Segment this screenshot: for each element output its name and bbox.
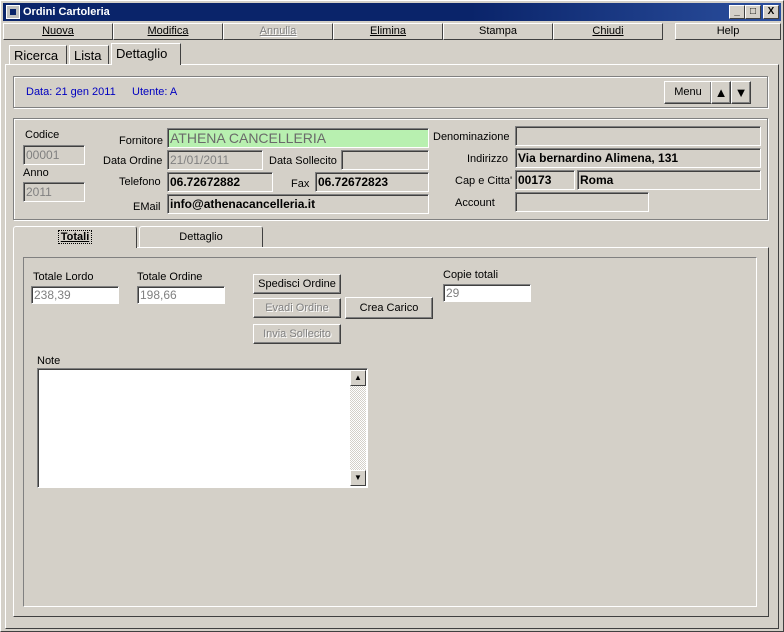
main-window: Ordini Cartoleria _ □ X Nuova Modifica A…: [0, 0, 784, 632]
indirizzo-label: Indirizzo: [467, 153, 508, 165]
tab-totali-label: Totali: [57, 230, 93, 244]
help-button[interactable]: Help: [675, 23, 781, 40]
tab-totali[interactable]: Totali: [13, 226, 137, 248]
tab-dettaglio[interactable]: Dettaglio: [111, 43, 181, 65]
annulla-button[interactable]: Annulla: [223, 23, 333, 40]
email-field[interactable]: info@athenacancelleria.it: [167, 194, 429, 214]
toolbar: Nuova Modifica Annulla Elimina Stampa Ch…: [3, 23, 781, 41]
chiudi-label: Chiudi: [592, 25, 624, 37]
info-bar: Data: 21 gen 2011 Utente: A Menu ▲ ▼: [13, 76, 768, 108]
totale-ordine-field[interactable]: 198,66: [137, 286, 225, 304]
menu-button[interactable]: Menu: [664, 81, 712, 104]
tab-lista[interactable]: Lista: [69, 45, 109, 65]
copie-totali-field[interactable]: 29: [443, 284, 531, 302]
denominazione-field[interactable]: [515, 126, 761, 146]
window-title: Ordini Cartoleria: [23, 6, 110, 18]
annulla-label: Annulla: [259, 25, 297, 37]
elimina-button[interactable]: Elimina: [333, 23, 443, 40]
scroll-down-icon[interactable]: ▼: [350, 470, 366, 486]
nuova-label: Nuova: [42, 25, 74, 37]
title-bar[interactable]: Ordini Cartoleria _ □ X: [3, 3, 781, 21]
nuova-button[interactable]: Nuova: [3, 23, 113, 40]
account-field[interactable]: [515, 192, 649, 212]
date-label: Data: 21 gen 2011: [26, 86, 116, 98]
fax-label: Fax: [291, 178, 310, 190]
up-arrow-icon[interactable]: ▲: [711, 81, 731, 104]
tab-dettaglio-righe[interactable]: Dettaglio: [139, 226, 263, 247]
scroll-up-icon[interactable]: ▲: [350, 370, 366, 386]
citta-field[interactable]: Roma: [577, 170, 761, 190]
spedisci-ordine-button[interactable]: Spedisci Ordine: [253, 274, 341, 294]
fax-field[interactable]: 06.72672823: [315, 172, 429, 192]
crea-carico-button[interactable]: Crea Carico: [345, 297, 433, 319]
invia-sollecito-button[interactable]: Invia Sollecito: [253, 324, 341, 344]
stampa-button[interactable]: Stampa: [443, 23, 553, 40]
minimize-button[interactable]: _: [729, 5, 745, 19]
user-label: Utente: A: [132, 86, 178, 98]
anno-label: Anno: [23, 167, 49, 179]
data-ordine-label: Data Ordine: [103, 155, 163, 167]
note-scrollbar[interactable]: ▲ ▼: [350, 370, 366, 486]
totale-lordo-field[interactable]: 238,39: [31, 286, 119, 304]
codice-label: Codice: [25, 129, 60, 141]
codice-field[interactable]: 00001: [23, 145, 85, 165]
modifica-button[interactable]: Modifica: [113, 23, 223, 40]
cap-citta-label: Cap e Citta': [455, 175, 513, 187]
down-arrow-icon[interactable]: ▼: [731, 81, 751, 104]
anno-field[interactable]: 2011: [23, 182, 85, 202]
telefono-label: Telefono: [119, 176, 161, 188]
maximize-button[interactable]: □: [745, 5, 761, 19]
modifica-label: Modifica: [147, 25, 189, 37]
indirizzo-field[interactable]: Via bernardino Alimena, 131: [515, 148, 761, 168]
telefono-field[interactable]: 06.72672882: [167, 172, 273, 192]
email-label: EMail: [133, 201, 161, 213]
fornitore-field[interactable]: ATHENA CANCELLERIA: [167, 128, 429, 148]
fornitore-label: Fornitore: [119, 135, 164, 147]
cap-field[interactable]: 00173: [515, 170, 575, 190]
app-icon: [6, 5, 20, 19]
totale-ordine-label: Totale Ordine: [137, 271, 203, 283]
evadi-ordine-button[interactable]: Evadi Ordine: [253, 298, 341, 318]
data-sollecito-label: Data Sollecito: [269, 155, 337, 167]
note-label: Note: [37, 355, 61, 367]
tab-ricerca[interactable]: Ricerca: [9, 45, 67, 65]
data-sollecito-field[interactable]: [341, 150, 429, 170]
close-button[interactable]: X: [763, 5, 779, 19]
note-textarea[interactable]: ▲ ▼: [37, 368, 368, 488]
copie-totali-label: Copie totali: [443, 269, 499, 281]
data-ordine-field[interactable]: 21/01/2011: [167, 150, 263, 170]
elimina-label: Elimina: [369, 25, 407, 37]
account-label: Account: [455, 197, 495, 209]
chiudi-button[interactable]: Chiudi: [553, 23, 663, 40]
denominazione-label: Denominazione: [433, 131, 510, 143]
totale-lordo-label: Totale Lordo: [33, 271, 94, 283]
